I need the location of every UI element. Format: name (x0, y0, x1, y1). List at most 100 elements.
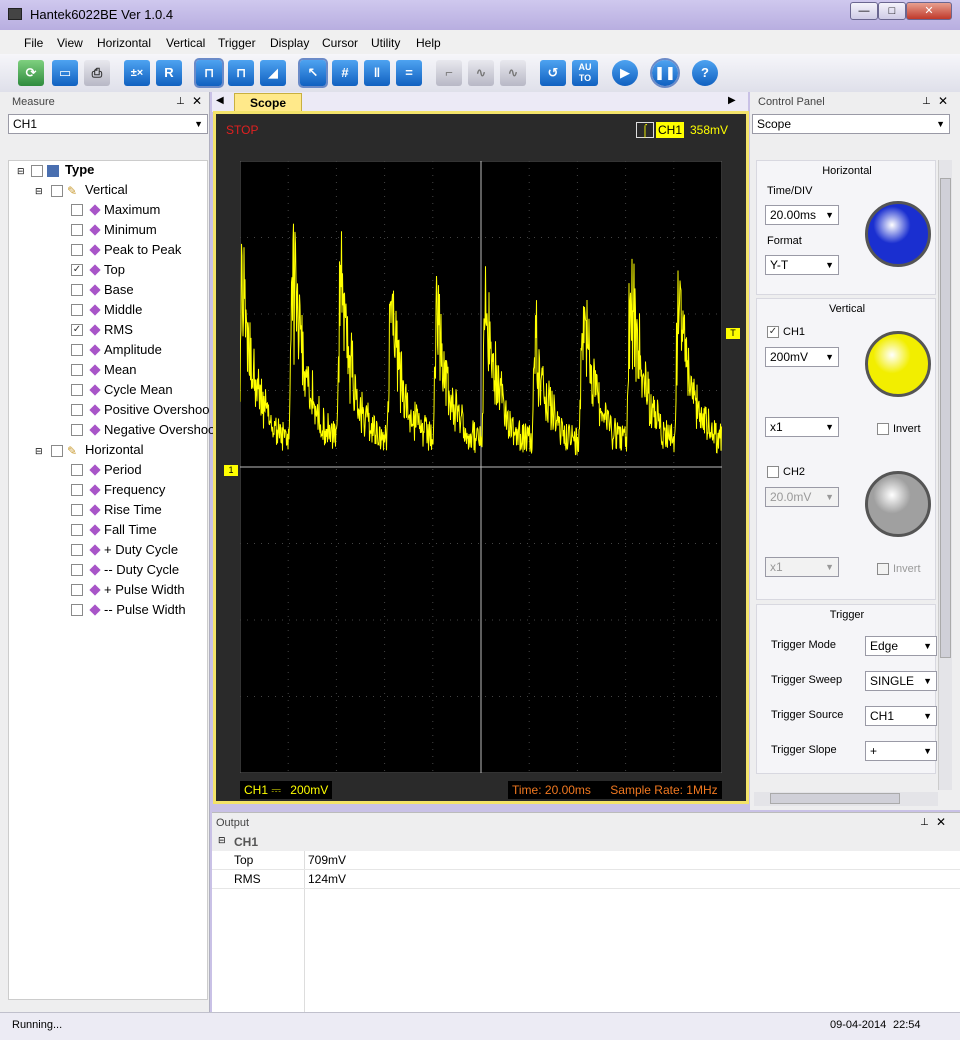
measure-item[interactable]: -- Pulse Width (104, 602, 186, 618)
measure-item[interactable]: Maximum (104, 202, 160, 218)
measure-item[interactable]: Middle (104, 302, 142, 318)
horizontal-checkbox[interactable] (51, 445, 63, 457)
menu-view[interactable]: View (57, 36, 83, 50)
ch2-invert-checkbox[interactable] (877, 563, 889, 575)
expand-icon[interactable]: ⊟ (17, 166, 25, 177)
tab-left-arrow[interactable]: ◀ (216, 95, 224, 106)
panel-close-icon[interactable]: ✕ (938, 94, 948, 108)
measure-item[interactable]: Top (104, 262, 125, 278)
measure-checkbox[interactable] (71, 284, 83, 296)
timediv-select[interactable]: 20.00ms ▼ (765, 205, 839, 225)
scroll-thumb[interactable] (940, 178, 951, 658)
measure-checkbox[interactable] (71, 424, 83, 436)
measure-item[interactable]: Positive Overshoo (104, 402, 210, 418)
minimize-button[interactable]: — (850, 2, 878, 20)
measure-item[interactable]: Frequency (104, 482, 165, 498)
open-icon[interactable]: ⟳ (18, 60, 44, 86)
vertical-checkbox[interactable] (51, 185, 63, 197)
ch1-checkbox[interactable]: ✓ (767, 326, 779, 338)
measure-checkbox[interactable] (71, 544, 83, 556)
tab-scope[interactable]: Scope (234, 93, 302, 112)
help-icon[interactable]: ? (692, 60, 718, 86)
tree-root-type[interactable]: Type (65, 162, 94, 178)
menu-utility[interactable]: Utility (371, 36, 400, 50)
pulse2-icon[interactable]: ⊓ (228, 60, 254, 86)
trigger-source-select[interactable]: CH1 ▼ (865, 706, 937, 726)
measure-item[interactable]: RMS (104, 322, 133, 338)
cursor-icon[interactable]: ↖ (298, 58, 328, 88)
measure-item[interactable]: Mean (104, 362, 137, 378)
tab-right-arrow[interactable]: ▶ (728, 95, 736, 106)
measure-checkbox[interactable]: ✓ (71, 324, 83, 336)
measure-item[interactable]: Base (104, 282, 134, 298)
measure-checkbox[interactable] (71, 384, 83, 396)
ch1-probe-select[interactable]: x1 ▼ (765, 417, 839, 437)
save-icon[interactable]: ▭ (52, 60, 78, 86)
measure-checkbox[interactable] (71, 224, 83, 236)
type-checkbox[interactable] (31, 165, 43, 177)
collapse-icon[interactable]: ⊟ (218, 835, 226, 846)
measure-checkbox[interactable] (71, 604, 83, 616)
ch2-volts-select[interactable]: 20.0mV ▼ (765, 487, 839, 507)
print-icon[interactable]: ⎙ (84, 60, 110, 86)
measure-checkbox[interactable] (71, 584, 83, 596)
vertical-scrollbar[interactable] (938, 160, 952, 790)
measure-item[interactable]: + Pulse Width (104, 582, 185, 598)
measure-item[interactable]: Peak to Peak (104, 242, 181, 258)
ch1-volts-select[interactable]: 200mV ▼ (765, 347, 839, 367)
ch1-volts-knob[interactable] (865, 331, 931, 397)
measure-checkbox[interactable] (71, 244, 83, 256)
measure-item[interactable]: + Duty Cycle (104, 542, 178, 558)
horizontal-scrollbar[interactable] (754, 792, 938, 806)
play-icon[interactable]: ▶ (612, 60, 638, 86)
timediv-knob[interactable] (865, 201, 931, 267)
format-select[interactable]: Y-T ▼ (765, 255, 839, 275)
measure-item[interactable]: Period (104, 462, 142, 478)
pause-icon[interactable]: ❚❚ (650, 58, 680, 88)
ref-icon[interactable]: R (156, 60, 182, 86)
menu-cursor[interactable]: Cursor (322, 36, 358, 50)
pin-icon[interactable]: ⊥ (922, 96, 931, 107)
pin-icon[interactable]: ⊥ (920, 817, 929, 828)
measure-item[interactable]: Negative Overshoo (104, 422, 215, 438)
wave-icon[interactable]: ∿ (468, 60, 494, 86)
measure-item[interactable]: Fall Time (104, 522, 157, 538)
ch1-invert-checkbox[interactable] (877, 423, 889, 435)
control-mode-select[interactable]: Scope ▼ (752, 114, 950, 134)
measure-item[interactable]: Minimum (104, 222, 157, 238)
menu-trigger[interactable]: Trigger (218, 36, 256, 50)
menu-help[interactable]: Help (416, 36, 441, 50)
trigger-slope-select[interactable]: + ▼ (865, 741, 937, 761)
measure-checkbox[interactable] (71, 484, 83, 496)
measure-checkbox[interactable] (71, 524, 83, 536)
measure-item[interactable]: Rise Time (104, 502, 162, 518)
panel-close-icon[interactable]: ✕ (936, 815, 946, 829)
measure-checkbox[interactable] (71, 364, 83, 376)
measure-checkbox[interactable] (71, 504, 83, 516)
measure-item[interactable]: -- Duty Cycle (104, 562, 179, 578)
measure-checkbox[interactable]: ✓ (71, 264, 83, 276)
measure-item[interactable]: Amplitude (104, 342, 162, 358)
pulse-icon[interactable]: ⊓ (194, 58, 224, 88)
trigger-sweep-select[interactable]: SINGLE ▼ (865, 671, 937, 691)
ch2-volts-knob[interactable] (865, 471, 931, 537)
vbar-icon[interactable]: ‖ (364, 60, 390, 86)
close-button[interactable]: ✕ (906, 2, 952, 20)
menu-vertical[interactable]: Vertical (166, 36, 205, 50)
menu-display[interactable]: Display (270, 36, 309, 50)
pin-icon[interactable]: ⊥ (176, 96, 185, 107)
measure-checkbox[interactable] (71, 464, 83, 476)
sine-icon[interactable]: ∿ (500, 60, 526, 86)
measure-checkbox[interactable] (71, 204, 83, 216)
ramp-icon[interactable]: ◢ (260, 60, 286, 86)
trigger-mode-select[interactable]: Edge ▼ (865, 636, 937, 656)
measure-checkbox[interactable] (71, 344, 83, 356)
measure-checkbox[interactable] (71, 404, 83, 416)
measure-checkbox[interactable] (71, 564, 83, 576)
math-icon[interactable]: ±× (124, 60, 150, 86)
hbar-icon[interactable]: = (396, 60, 422, 86)
menu-horizontal[interactable]: Horizontal (97, 36, 151, 50)
tree-vertical[interactable]: Vertical (85, 182, 128, 198)
menu-file[interactable]: File (24, 36, 43, 50)
ch2-probe-select[interactable]: x1 ▼ (765, 557, 839, 577)
